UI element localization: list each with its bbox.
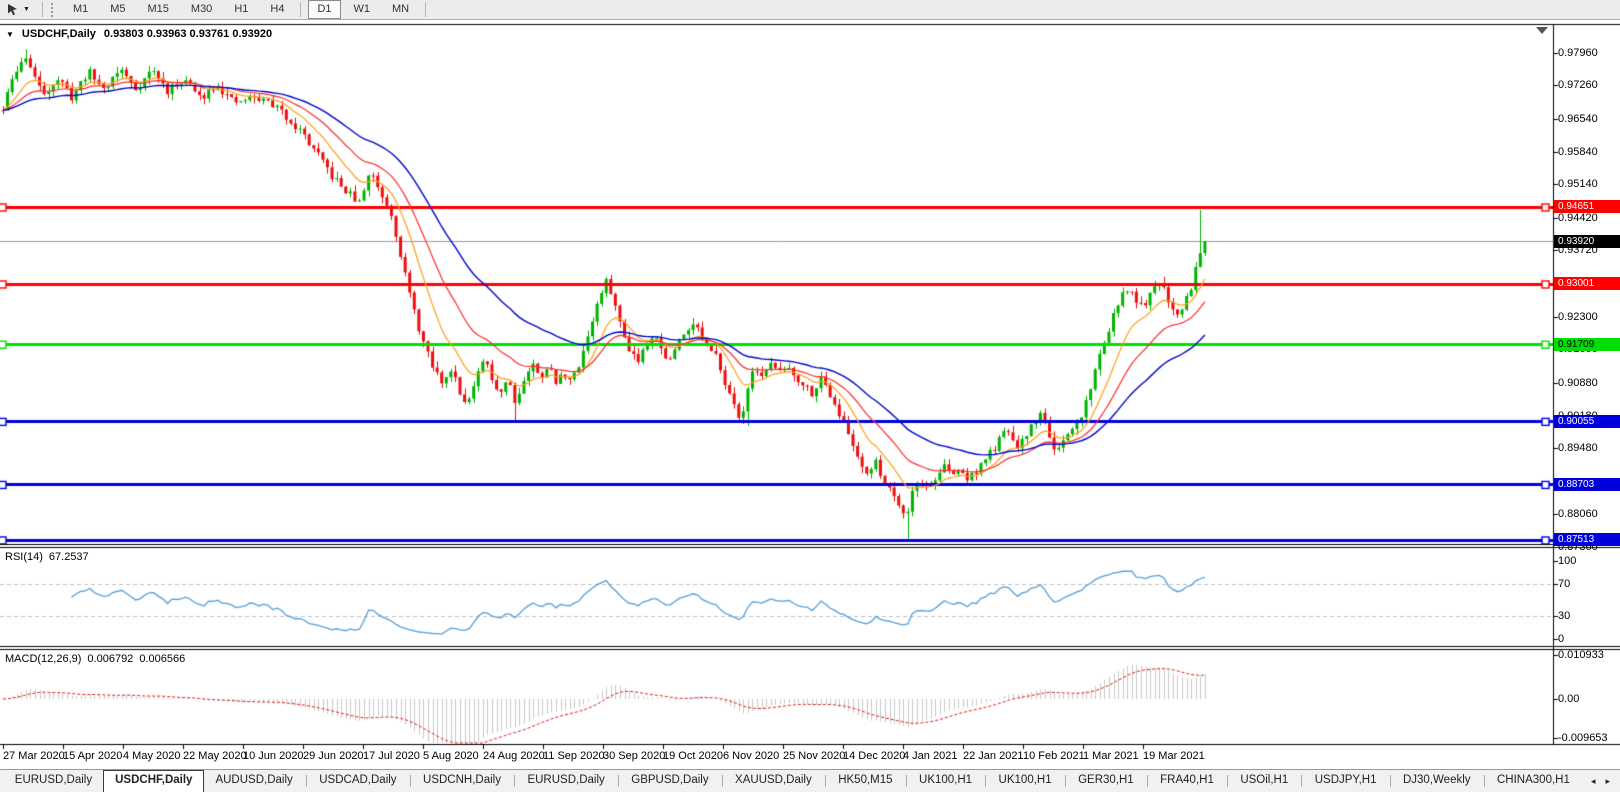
level-price-label: 0.90055: [1554, 415, 1620, 428]
chart-title: ▼ USDCHF,Daily 0.93803 0.93963 0.93761 0…: [6, 28, 272, 40]
rsi-indicator-label: RSI(14) 67.2537: [5, 551, 95, 563]
toolbar-separator: [42, 2, 43, 17]
toolbar-separator: [425, 2, 426, 17]
timeframe-button-w1[interactable]: W1: [345, 0, 380, 19]
level-price-label: 0.87513: [1554, 533, 1620, 546]
date-tick-label: 29 Jun 2020: [303, 750, 364, 762]
date-tick-label: 19 Oct 2020: [663, 750, 723, 762]
date-tick-label: 22 May 2020: [183, 750, 247, 762]
date-tick-label: 17 Jul 2020: [363, 750, 420, 762]
rsi-name: RSI(14): [5, 551, 43, 563]
macd-main-value: 0.006792: [87, 653, 133, 665]
chart-tab-eurusd-daily[interactable]: EURUSD,Daily: [516, 770, 615, 792]
cursor-tool-dropdown-icon[interactable]: ▼: [23, 6, 30, 13]
date-tick-label: 6 Nov 2020: [723, 750, 779, 762]
macd-indicator-label: MACD(12,26,9) 0.006792 0.006566: [5, 653, 191, 665]
price-tick-label: 0.94420: [1558, 212, 1598, 224]
price-tick-label: 0.92300: [1558, 311, 1598, 323]
level-price-label: 0.91709: [1554, 338, 1620, 351]
symbol-dropdown-icon[interactable]: ▼: [6, 30, 14, 39]
date-tick-label: 11 Sep 2020: [543, 750, 605, 762]
chart-tab-xauusd-daily[interactable]: XAUUSD,Daily: [724, 770, 823, 792]
price-tick-label: 0.97260: [1558, 79, 1598, 91]
rsi-tick-label: 70: [1558, 578, 1570, 590]
mt4-terminal: ▼ M1M5 M15M30H1H4 D1 W1MN ▼ USDCHF,Daily 0.…: [0, 0, 1620, 792]
date-tick-label: 1 Mar 2021: [1083, 750, 1139, 762]
chart-tab-usoil-h1[interactable]: USOil,H1: [1229, 770, 1299, 792]
chart-tab-usdchf-daily[interactable]: USDCHF,Daily: [103, 770, 204, 792]
chart-shift-marker-icon[interactable]: [1536, 27, 1548, 34]
date-tick-label: 4 Jan 2021: [903, 750, 957, 762]
date-tick-label: 4 May 2020: [123, 750, 180, 762]
date-tick-label: 22 Jan 2021: [963, 750, 1024, 762]
rsi-tick-label: 30: [1558, 610, 1570, 622]
current-price-label: 0.93920: [1554, 235, 1620, 248]
ohlc-values: 0.93803 0.93963 0.93761 0.93920: [104, 28, 272, 40]
timeframe-button-d1[interactable]: D1: [308, 0, 340, 19]
timeframe-button-m1[interactable]: M1: [64, 0, 97, 19]
timeframe-button-m30[interactable]: M30: [182, 0, 221, 19]
tab-scroll-left-icon[interactable]: ◂: [1591, 776, 1596, 787]
chart-canvas[interactable]: [0, 0, 1620, 792]
price-tick-label: 0.89480: [1558, 442, 1598, 454]
rsi-tick-label: 0: [1558, 633, 1564, 645]
timeframe-button-h4[interactable]: H4: [261, 0, 293, 19]
tab-scroll-right-icon[interactable]: ▸: [1605, 776, 1610, 787]
date-tick-label: 14 Dec 2020: [843, 750, 905, 762]
level-price-label: 0.88703: [1554, 478, 1620, 491]
toolbar-grip: [51, 3, 54, 17]
timeframe-button-h1[interactable]: H1: [225, 0, 257, 19]
tab-scroll-controls: ◂▸: [1581, 770, 1620, 792]
chart-tab-usdcad-daily[interactable]: USDCAD,Daily: [308, 770, 407, 792]
date-tick-label: 24 Aug 2020: [483, 750, 545, 762]
price-tick-label: 0.88060: [1558, 508, 1598, 520]
macd-tick-label: -0.009653: [1558, 732, 1608, 744]
chart-tab-dj30-weekly[interactable]: DJ30,Weekly: [1392, 770, 1482, 792]
date-tick-label: 15 Apr 2020: [63, 750, 122, 762]
symbol-period-label: USDCHF,Daily: [22, 28, 96, 40]
chart-tab-fra40-h1[interactable]: FRA40,H1: [1149, 770, 1225, 792]
price-tick-label: 0.97960: [1558, 47, 1598, 59]
rsi-tick-label: 100: [1558, 555, 1576, 567]
date-tick-label: 10 Jun 2020: [243, 750, 304, 762]
date-tick-label: 10 Feb 2021: [1023, 750, 1085, 762]
level-price-label: 0.93001: [1554, 277, 1620, 290]
chart-tab-bar: EURUSD,DailyUSDCHF,DailyAUDUSD,DailyUSDC…: [0, 769, 1620, 792]
price-tick-label: 0.95840: [1558, 146, 1598, 158]
level-price-label: 0.94651: [1554, 200, 1620, 213]
timeframe-group: M1M5 M15M30H1H4 D1 W1MN: [62, 0, 420, 19]
price-tick-label: 0.95140: [1558, 178, 1598, 190]
chart-tab-usdcnh-daily[interactable]: USDCNH,Daily: [412, 770, 512, 792]
chart-tab-hk50-m15[interactable]: HK50,M15: [827, 770, 903, 792]
chart-tab-audusd-daily[interactable]: AUDUSD,Daily: [204, 770, 303, 792]
price-tick-label: 0.96540: [1558, 113, 1598, 125]
rsi-value: 67.2537: [49, 551, 89, 563]
toolbar-separator: [300, 2, 301, 17]
chart-tab-uk100-h1[interactable]: UK100,H1: [988, 770, 1063, 792]
chart-tab-gbpusd-daily[interactable]: GBPUSD,Daily: [620, 770, 719, 792]
date-tick-label: 19 Mar 2021: [1143, 750, 1205, 762]
chart-tab-uk100-h1[interactable]: UK100,H1: [908, 770, 983, 792]
macd-signal-value: 0.006566: [139, 653, 185, 665]
chart-tab-usdjpy-h1[interactable]: USDJPY,H1: [1304, 770, 1388, 792]
date-tick-label: 27 Mar 2020: [3, 750, 65, 762]
price-tick-label: 0.90880: [1558, 377, 1598, 389]
date-tick-label: 5 Aug 2020: [423, 750, 479, 762]
date-tick-label: 30 Sep 2020: [603, 750, 665, 762]
timeframe-button-m5[interactable]: M5: [101, 0, 134, 19]
timeframe-button-m15[interactable]: M15: [139, 0, 178, 19]
macd-name: MACD(12,26,9): [5, 653, 81, 665]
chart-tab-china300-h1[interactable]: CHINA300,H1: [1486, 770, 1581, 792]
chart-tab-eurusd-daily[interactable]: EURUSD,Daily: [4, 770, 103, 792]
timeframe-button-mn[interactable]: MN: [383, 0, 418, 19]
chart-tab-ger30-h1[interactable]: GER30,H1: [1067, 770, 1145, 792]
cursor-tool-icon[interactable]: [5, 3, 20, 17]
macd-tick-label: 0.010933: [1558, 649, 1604, 661]
date-tick-label: 25 Nov 2020: [783, 750, 845, 762]
macd-tick-label: 0.00: [1558, 693, 1579, 705]
toolbar: ▼ M1M5 M15M30H1H4 D1 W1MN: [0, 0, 1620, 20]
